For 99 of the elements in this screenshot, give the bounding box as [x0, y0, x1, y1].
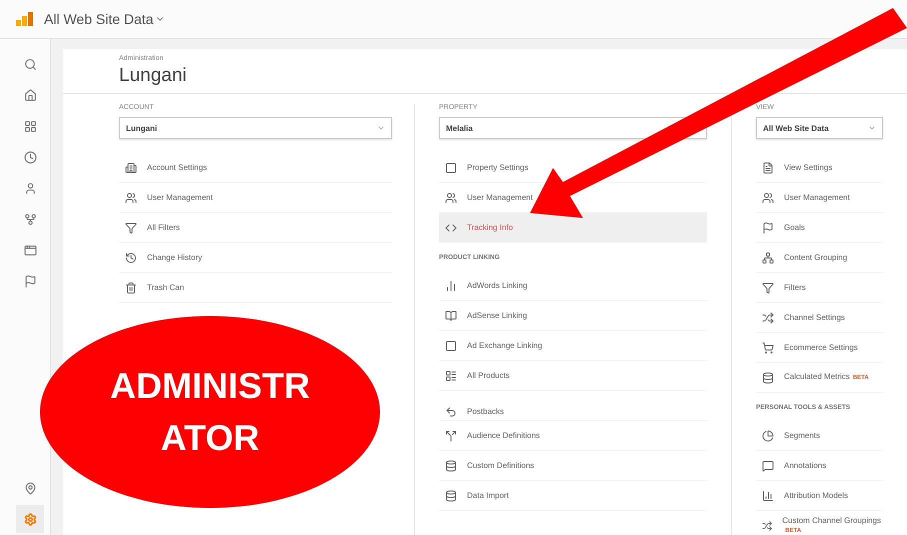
menu-item-label: Postbacks [467, 407, 504, 417]
menu-item[interactable]: User Management [756, 183, 883, 213]
square-icon [445, 162, 457, 174]
file-icon [762, 162, 774, 174]
segments-icon [762, 430, 774, 442]
cart-icon [762, 342, 774, 354]
menu-item-label: Data Import [467, 490, 509, 500]
code-icon [445, 222, 457, 234]
users-icon [125, 192, 137, 204]
menu-item-label: Custom Channel Groupings [782, 516, 881, 526]
menu-item[interactable]: Channel Settings [756, 303, 883, 333]
view-selector[interactable]: All Web Site Data [44, 11, 154, 27]
menu-item[interactable]: Content Grouping [756, 243, 883, 273]
menu-item-label: User Management [784, 192, 850, 202]
menu-item[interactable]: Audience Definitions [439, 421, 707, 451]
menu-item[interactable]: Ecommerce Settings [756, 333, 883, 363]
menu-item[interactable]: Tracking Info [439, 213, 707, 243]
flag-icon [762, 222, 774, 234]
menu-item[interactable]: Custom Definitions [439, 451, 707, 481]
menu-item[interactable]: All Filters [119, 213, 392, 243]
message-icon [762, 460, 774, 472]
tree-icon [762, 252, 774, 264]
menu-item[interactable]: AdWords Linking [439, 271, 707, 301]
menu-item[interactable]: Attribution Models [756, 481, 883, 511]
menu-item[interactable]: Filters [756, 273, 883, 303]
menu-item[interactable]: Trash Can [119, 273, 392, 303]
menu-item-label: Audience Definitions [467, 430, 540, 440]
menu-item[interactable]: User Management [119, 183, 392, 213]
page-title: Lungani [119, 65, 188, 87]
menu-item-label: All Filters [147, 222, 180, 232]
chart-icon [762, 490, 774, 502]
undo-icon [445, 406, 457, 418]
menu-item[interactable]: Annotations [756, 451, 883, 481]
menu-item-label: Attribution Models [784, 490, 848, 500]
window-icon [24, 244, 36, 256]
menu-item[interactable]: Goals [756, 213, 883, 243]
dashboard-icon [24, 120, 36, 132]
filter-icon [125, 222, 137, 234]
menu-item-label: Account Settings [147, 162, 208, 172]
menu-item[interactable]: All Products [439, 361, 707, 391]
search-icon [24, 58, 36, 70]
clock-icon [24, 150, 36, 164]
menu-item[interactable]: Change History [119, 243, 392, 273]
split-icon [445, 430, 457, 442]
users-icon [762, 192, 774, 204]
database-icon [762, 372, 774, 384]
menu-item-label: Annotations [784, 460, 826, 470]
menu-item-label: Property Settings [467, 162, 528, 172]
menu-item[interactable]: View Settings [756, 153, 883, 183]
menu-item-label: Goals [784, 222, 805, 232]
book-icon [445, 310, 457, 322]
caret-icon [868, 124, 876, 132]
pin-icon [24, 482, 36, 494]
menu-item-label: Change History [147, 252, 202, 262]
menu-item-label: Content Grouping [784, 252, 848, 262]
menu-item-label: Tracking Info [467, 222, 513, 232]
caret-icon [377, 124, 385, 132]
acquisition-icon [24, 212, 36, 226]
channel-icon [762, 520, 772, 532]
menu-item-label: Filters [784, 282, 806, 292]
menu-item-label: AdSense Linking [467, 310, 528, 320]
bars-icon [445, 280, 457, 292]
logo-icon [16, 12, 34, 26]
person-icon [24, 182, 36, 194]
database-icon [445, 460, 457, 472]
menu-item-label: User Management [467, 192, 533, 202]
channel-icon [762, 312, 774, 324]
menu-item-label: Ecommerce Settings [784, 342, 858, 352]
menu-item-label: User Management [147, 192, 213, 202]
menu-item-label: View Settings [784, 162, 832, 172]
callout-text: ADMINISTR ATOR [109, 364, 311, 460]
square-icon [445, 340, 457, 352]
menu-item[interactable]: Ad Exchange Linking [439, 331, 707, 361]
menu-item-label: Ad Exchange Linking [467, 340, 542, 350]
menu-item-label: Custom Definitions [467, 460, 534, 470]
database-icon [445, 490, 457, 502]
menu-item[interactable]: Postbacks [439, 391, 707, 421]
menu-item-label: Segments [784, 430, 820, 440]
select-field[interactable]: Lungani [119, 117, 392, 139]
grid-icon [445, 370, 457, 382]
select-field[interactable]: All Web Site Data [756, 117, 883, 139]
menu-item[interactable]: Segments [756, 421, 883, 451]
building-icon [125, 162, 137, 174]
flag-icon [24, 274, 36, 288]
filter-icon [762, 282, 774, 294]
trash-icon [125, 282, 137, 294]
menu-item-label: Calculated Metrics [784, 372, 850, 382]
home-icon [24, 88, 36, 102]
history-icon [125, 252, 137, 264]
settings-icon [24, 512, 36, 526]
menu-item[interactable]: AdSense Linking [439, 301, 707, 331]
menu-item[interactable]: Data Import [439, 481, 707, 511]
menu-item-label: Trash Can [147, 282, 184, 292]
menu-item-label: All Products [467, 370, 510, 380]
menu-item-label: Channel Settings [784, 312, 845, 322]
menu-item[interactable]: Account Settings [119, 153, 392, 183]
users-icon [445, 192, 457, 204]
menu-item-label: AdWords Linking [467, 280, 528, 290]
settings-button[interactable] [16, 505, 44, 533]
